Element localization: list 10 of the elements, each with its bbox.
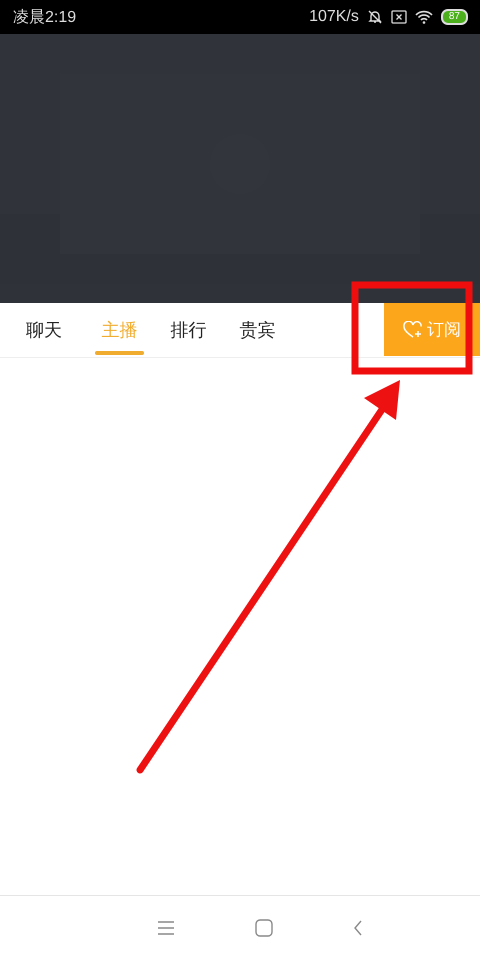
wifi-icon [414,10,433,24]
status-time: 凌晨2:19 [13,8,76,28]
menu-icon[interactable] [157,921,175,935]
back-icon[interactable] [353,920,363,936]
network-speed: 107K/s [309,8,359,26]
muted-bell-icon [366,9,383,25]
heart-plus-icon [403,320,423,338]
home-icon[interactable] [255,919,273,937]
battery-level: 87 [440,9,468,25]
sim-icon [390,10,407,24]
